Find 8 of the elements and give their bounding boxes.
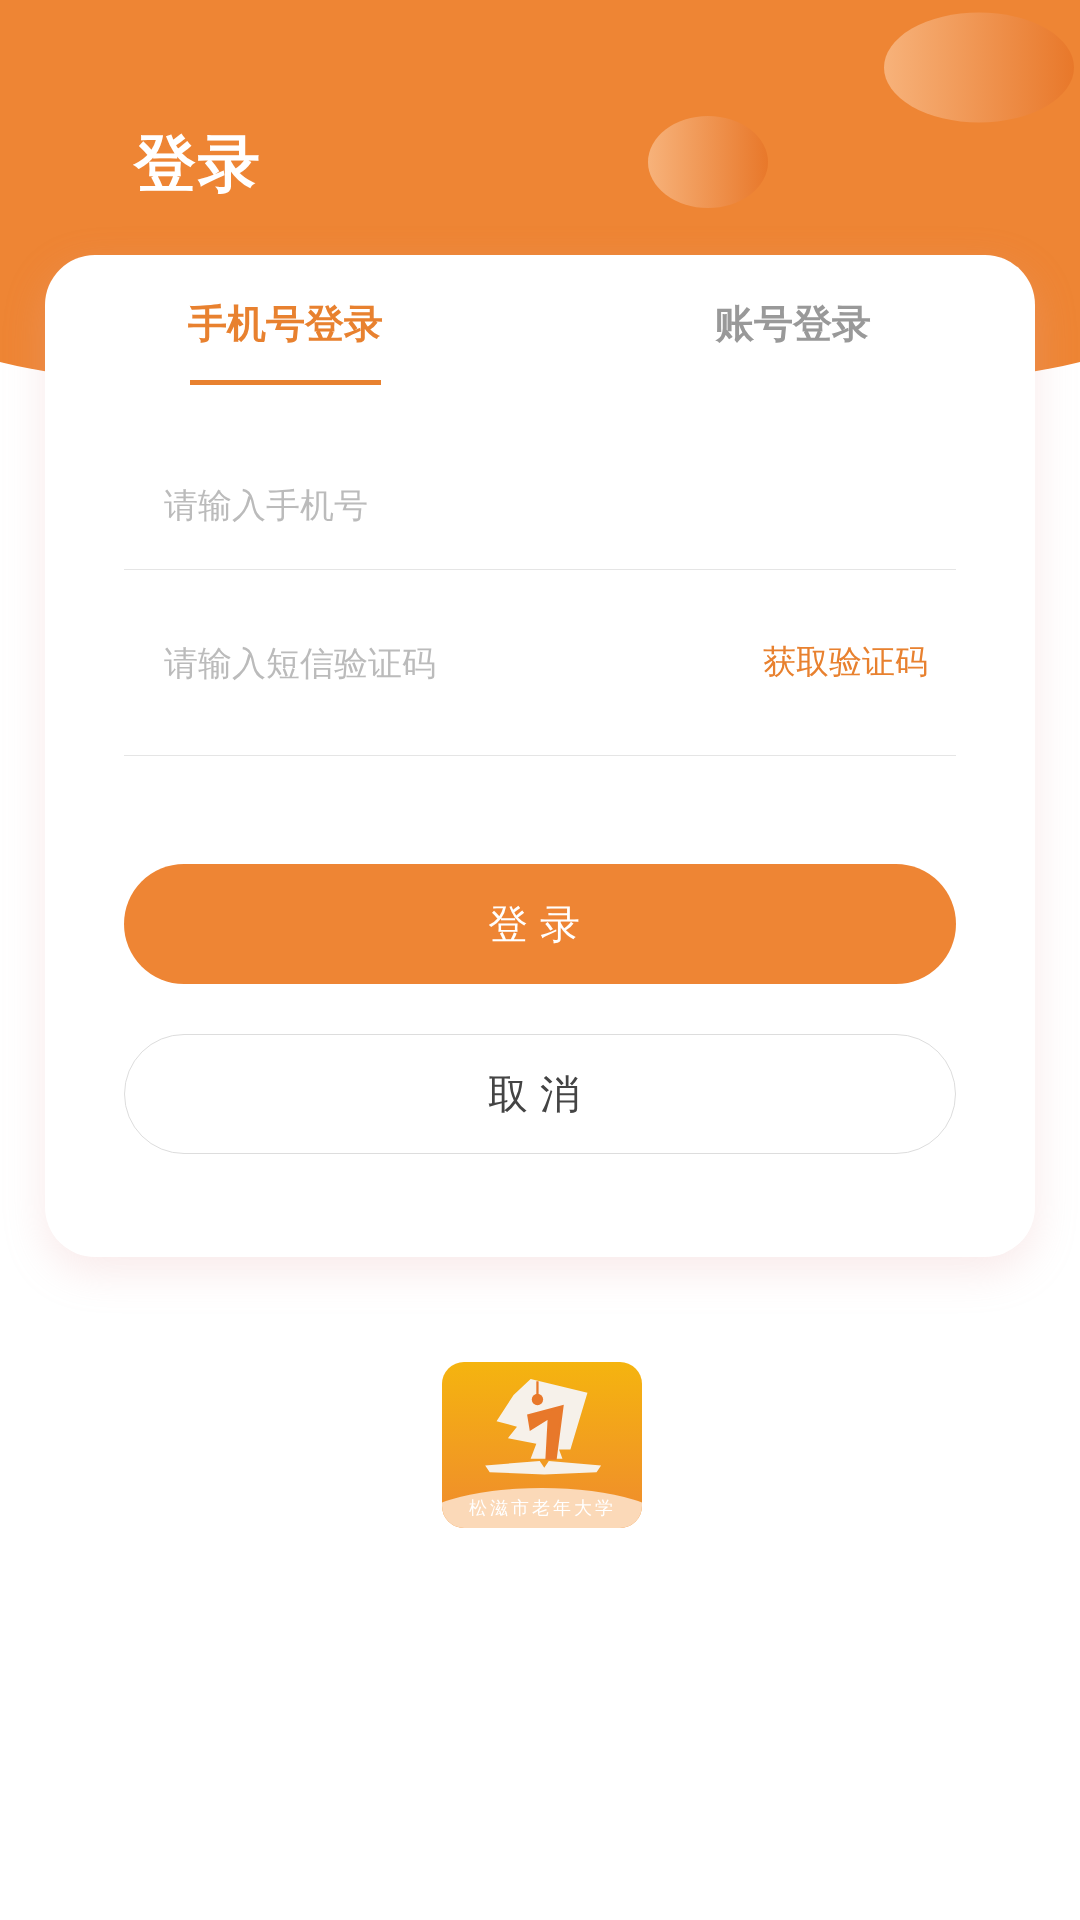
get-code-link[interactable]: 获取验证码 bbox=[763, 640, 956, 685]
logo-caption: 松滋市老年大学 bbox=[468, 1496, 616, 1520]
cancel-button[interactable]: 取消 bbox=[124, 1034, 956, 1154]
page-title: 登录 bbox=[134, 126, 262, 202]
input-field[interactable]: 请输入短信验证码 bbox=[124, 641, 763, 684]
login-button[interactable]: 登录 bbox=[124, 864, 956, 984]
login-tab[interactable]: 账号登录 bbox=[715, 297, 871, 385]
input-field[interactable]: 请输入手机号 bbox=[124, 483, 956, 526]
